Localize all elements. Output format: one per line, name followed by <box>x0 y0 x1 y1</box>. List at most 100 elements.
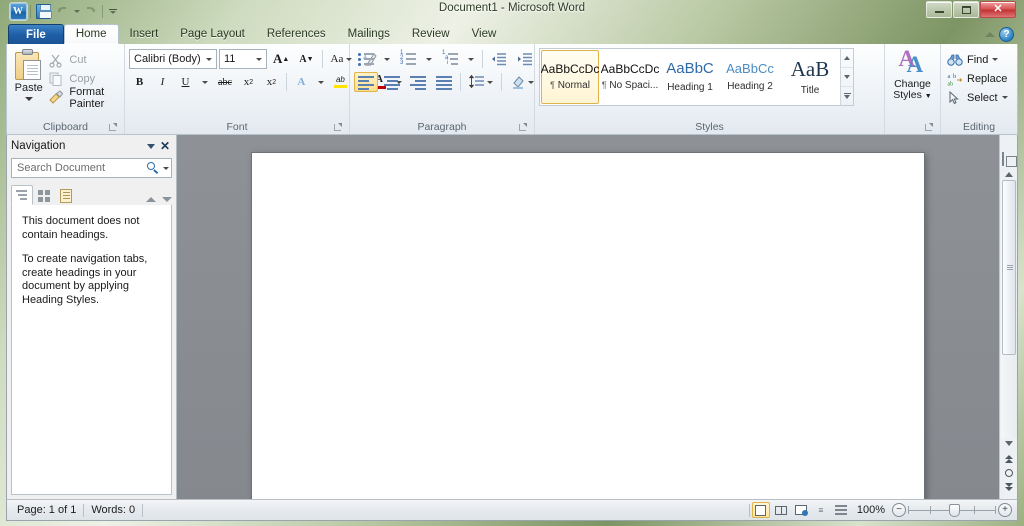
shading-button[interactable] <box>506 72 538 92</box>
previous-result-icon[interactable] <box>146 197 156 202</box>
font-size-dropdown-icon[interactable] <box>252 50 265 68</box>
style-normal[interactable]: AaBbCcDc ¶ Normal <box>541 50 599 104</box>
style-title[interactable]: AaB Title <box>781 50 839 104</box>
change-styles-button[interactable]: AA Change Styles ▼ <box>889 46 936 102</box>
text-effects-button[interactable]: A <box>291 72 312 92</box>
word-logo-button[interactable]: W <box>8 2 28 20</box>
zoom-in-button[interactable]: + <box>998 503 1012 517</box>
multilevel-dropdown-icon[interactable] <box>464 49 478 69</box>
styles-more-button[interactable] <box>841 87 853 105</box>
bullets-dropdown-icon[interactable] <box>380 49 394 69</box>
select-button[interactable]: Select <box>945 88 1010 107</box>
tab-mailings[interactable]: Mailings <box>337 24 401 44</box>
save-button[interactable] <box>33 2 53 20</box>
tab-file[interactable]: File <box>8 24 64 44</box>
outline-view-button[interactable]: ≡ <box>812 502 830 518</box>
multilevel-list-button[interactable]: 1 a i <box>438 49 462 69</box>
bullets-button[interactable] <box>354 49 378 69</box>
styles-scroll-down-button[interactable] <box>841 68 853 87</box>
vertical-scrollbar-track[interactable] <box>1000 180 1017 438</box>
line-spacing-button[interactable] <box>465 72 497 92</box>
find-button[interactable]: Find <box>945 50 1010 69</box>
align-right-button[interactable] <box>406 72 430 92</box>
strikethrough-button[interactable]: abc <box>214 72 236 92</box>
browse-headings-tab[interactable] <box>11 185 33 205</box>
scroll-up-button[interactable] <box>1004 172 1013 177</box>
navigation-pane-close-button[interactable]: ✕ <box>158 139 172 153</box>
style-heading-1[interactable]: AaBbC Heading 1 <box>661 50 719 104</box>
superscript-button[interactable]: x2 <box>261 72 282 92</box>
numbering-dropdown-icon[interactable] <box>422 49 436 69</box>
next-result-icon[interactable] <box>162 197 172 202</box>
font-name-dropdown-icon[interactable] <box>202 50 215 68</box>
increase-indent-button[interactable] <box>513 49 537 69</box>
format-painter-button[interactable]: Format Painter <box>46 86 120 110</box>
underline-dropdown-icon[interactable] <box>198 72 212 92</box>
clipboard-dialog-launcher[interactable] <box>107 122 118 133</box>
search-document-input[interactable]: Search Document <box>11 158 172 178</box>
restore-button[interactable] <box>953 1 979 18</box>
search-options-dropdown-icon[interactable] <box>163 166 169 170</box>
zoom-slider[interactable] <box>908 503 996 517</box>
underline-button[interactable]: U <box>175 72 196 92</box>
tab-page-layout[interactable]: Page Layout <box>169 24 256 44</box>
help-icon[interactable]: ? <box>999 27 1014 42</box>
style-no-spacing[interactable]: AaBbCcDc ¶ No Spaci... <box>601 50 659 104</box>
zoom-level-label[interactable]: 100% <box>852 504 890 516</box>
cut-button[interactable]: Cut <box>46 50 120 69</box>
tab-review[interactable]: Review <box>401 24 461 44</box>
align-left-button[interactable] <box>354 72 378 92</box>
customize-qat-icon[interactable] <box>105 3 121 19</box>
font-dialog-launcher[interactable] <box>332 122 343 133</box>
find-dropdown-icon[interactable] <box>992 58 999 61</box>
browse-pages-tab[interactable] <box>33 185 55 205</box>
document-page[interactable] <box>252 153 924 499</box>
redo-button[interactable] <box>80 2 100 20</box>
undo-button[interactable] <box>53 2 73 20</box>
navigation-pane-menu-button[interactable] <box>144 139 158 153</box>
styles-dialog-launcher[interactable] <box>923 122 934 133</box>
decrease-indent-button[interactable] <box>487 49 511 69</box>
style-heading-2[interactable]: AaBbCc Heading 2 <box>721 50 779 104</box>
next-page-icon[interactable] <box>1003 483 1015 495</box>
text-highlight-button[interactable]: ab <box>330 72 351 92</box>
browse-results-tab[interactable] <box>55 185 77 205</box>
paste-dropdown-caret-icon[interactable] <box>24 97 33 101</box>
tab-view[interactable]: View <box>461 24 508 44</box>
subscript-button[interactable]: x2 <box>238 72 259 92</box>
numbering-button[interactable]: 1 2 3 <box>396 49 420 69</box>
bold-button[interactable]: B <box>129 72 150 92</box>
font-size-combo[interactable]: 11 <box>219 49 267 69</box>
replace-button[interactable]: a b ab Replace <box>945 69 1010 88</box>
close-button[interactable]: ✕ <box>980 1 1016 18</box>
zoom-slider-thumb[interactable] <box>949 504 960 517</box>
minimize-ribbon-icon[interactable] <box>985 32 995 37</box>
split-window-icon[interactable] <box>1002 137 1016 151</box>
select-dropdown-icon[interactable] <box>1001 96 1008 99</box>
justify-button[interactable] <box>432 72 456 92</box>
scroll-down-button[interactable] <box>1004 441 1013 446</box>
browse-object-circle-icon[interactable] <box>1003 467 1015 479</box>
text-effects-dropdown-icon[interactable] <box>314 72 328 92</box>
print-layout-view-button[interactable] <box>751 502 770 518</box>
tab-insert[interactable]: Insert <box>119 24 170 44</box>
grow-font-button[interactable]: A ▲ <box>269 49 293 69</box>
search-icon[interactable] <box>146 161 160 175</box>
tab-home[interactable]: Home <box>63 24 119 44</box>
align-center-button[interactable] <box>380 72 404 92</box>
paste-button[interactable]: Paste <box>11 47 46 101</box>
page-indicator[interactable]: Page: 1 of 1 <box>10 504 83 516</box>
styles-scroll-up-button[interactable] <box>841 49 853 68</box>
zoom-out-button[interactable]: − <box>892 503 906 517</box>
select-browse-object-icon[interactable] <box>1001 152 1016 167</box>
full-screen-reading-view-button[interactable] <box>772 502 790 518</box>
vertical-scrollbar-thumb[interactable] <box>1001 180 1016 355</box>
previous-page-icon[interactable] <box>1003 451 1015 463</box>
document-canvas[interactable] <box>177 135 999 499</box>
draft-view-button[interactable] <box>832 502 850 518</box>
web-layout-view-button[interactable] <box>792 502 810 518</box>
paragraph-dialog-launcher[interactable] <box>517 122 528 133</box>
font-name-combo[interactable]: Calibri (Body) <box>129 49 217 69</box>
shrink-font-button[interactable]: A ▼ <box>295 49 317 69</box>
word-count-indicator[interactable]: Words: 0 <box>84 504 142 516</box>
